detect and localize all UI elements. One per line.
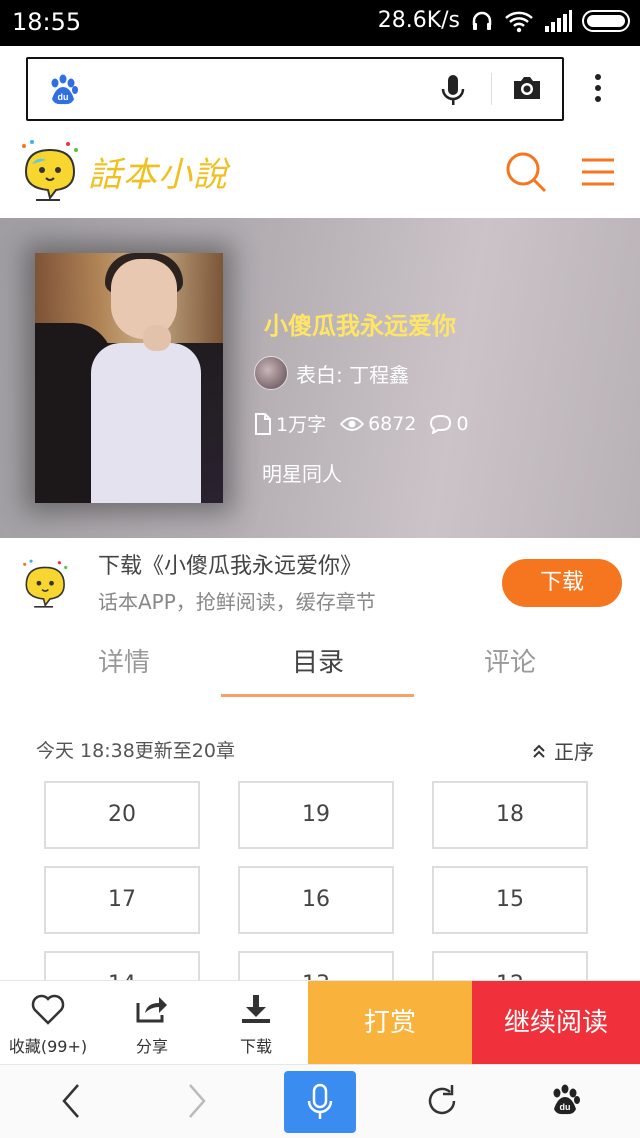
sort-label: 正序	[554, 740, 594, 764]
site-logo[interactable]: 話本小說	[18, 138, 228, 204]
download-label: 下载	[239, 1037, 272, 1056]
book-author[interactable]: 表白: 丁程鑫	[254, 356, 409, 390]
chapter-item[interactable]: 17	[44, 866, 200, 934]
status-right: 28.6K/s	[378, 8, 630, 33]
chapter-item[interactable]: 20	[44, 781, 200, 849]
app-banner-title: 下载《小傻瓜我永远爱你》	[98, 554, 363, 579]
continue-reading-button[interactable]: 继续阅读	[472, 981, 640, 1065]
book-stats: 1万字 6872 0	[254, 410, 469, 437]
view-count: 6872	[368, 412, 417, 435]
signal-icon	[545, 9, 572, 32]
refresh-icon[interactable]	[424, 1081, 460, 1121]
browser-bar: du	[0, 46, 640, 132]
chapter-item[interactable]: 18	[432, 781, 588, 849]
wifi-icon	[505, 11, 533, 32]
network-speed: 28.6K/s	[377, 8, 460, 33]
url-input[interactable]: du	[26, 57, 564, 121]
svg-text:du: du	[58, 92, 69, 102]
forward-icon[interactable]	[184, 1081, 210, 1121]
app-banner-subtitle: 话本APP，抢鲜阅读，缓存章节	[98, 590, 376, 614]
logo-mascot-icon	[22, 140, 78, 201]
sort-order-button[interactable]: 正序	[532, 736, 594, 765]
book-cover-image[interactable]	[35, 253, 223, 503]
site-header: 話本小說	[0, 132, 640, 218]
download-icon	[242, 995, 270, 1023]
tab-details[interactable]: 详情	[24, 642, 224, 679]
author-line: 表白: 丁程鑫	[296, 362, 410, 387]
reward-button[interactable]: 打赏	[308, 981, 472, 1065]
book-title: 小傻瓜我永远爱你	[264, 312, 456, 340]
favorite-button[interactable]: 收藏(99+)	[0, 981, 96, 1065]
book-tabs: 详情 目录 评论	[0, 628, 640, 700]
update-status: 今天 18:38更新至20章	[36, 740, 235, 762]
back-icon[interactable]	[58, 1081, 84, 1121]
search-icon[interactable]	[504, 150, 548, 194]
status-time: 18:55	[12, 8, 82, 36]
favorite-label: 收藏(99+)	[8, 1037, 88, 1056]
share-label: 分享	[135, 1037, 168, 1056]
bottom-action-bar: 收藏(99+) 分享 下载 打赏 继续阅读	[0, 980, 640, 1065]
book-hero: 小傻瓜我永远爱你 表白: 丁程鑫 1万字 6872 0 明星同人	[0, 218, 640, 538]
headset-icon	[472, 11, 492, 30]
comment-icon	[430, 414, 452, 434]
logo-text: 話本小說	[88, 154, 228, 195]
status-bar: 18:55 28.6K/s	[0, 0, 640, 46]
tab-catalog[interactable]: 目录	[218, 642, 418, 679]
share-icon	[136, 997, 167, 1023]
app-download-banner: 下载《小傻瓜我永远爱你》 话本APP，抢鲜阅读，缓存章节 下载	[0, 538, 640, 628]
download-button[interactable]: 下载	[208, 981, 304, 1065]
chapter-header: 今天 18:38更新至20章 正序	[0, 700, 640, 780]
eye-icon	[340, 416, 365, 431]
hamburger-menu-icon[interactable]	[580, 156, 616, 188]
browser-nav-bar: du	[0, 1064, 640, 1138]
baidu-paw-icon[interactable]: du	[46, 73, 80, 107]
url-divider	[491, 73, 492, 105]
baidu-home-icon[interactable]: du	[548, 1081, 582, 1119]
chapter-item[interactable]: 19	[238, 781, 394, 849]
active-tab-indicator	[221, 694, 414, 697]
chapter-item[interactable]: 16	[238, 866, 394, 934]
heart-icon	[31, 994, 65, 1025]
camera-icon[interactable]	[511, 73, 543, 103]
double-chevron-up-icon	[533, 744, 545, 758]
share-button[interactable]: 分享	[104, 981, 200, 1065]
microphone-icon	[307, 1083, 333, 1119]
comment-count: 0	[456, 412, 469, 435]
document-icon	[255, 412, 271, 435]
book-category[interactable]: 明星同人	[262, 458, 342, 487]
app-logo-icon	[23, 559, 68, 608]
author-avatar[interactable]	[254, 356, 288, 390]
battery-icon	[582, 9, 630, 32]
svg-text:du: du	[560, 1102, 571, 1112]
chapter-item[interactable]: 15	[432, 866, 588, 934]
voice-assistant-button[interactable]	[284, 1071, 356, 1133]
more-menu-icon[interactable]	[588, 72, 608, 106]
voice-search-icon[interactable]	[440, 73, 466, 107]
download-app-button[interactable]: 下载	[502, 559, 622, 607]
word-count: 1万字	[276, 414, 327, 436]
tab-comments[interactable]: 评论	[410, 642, 610, 679]
